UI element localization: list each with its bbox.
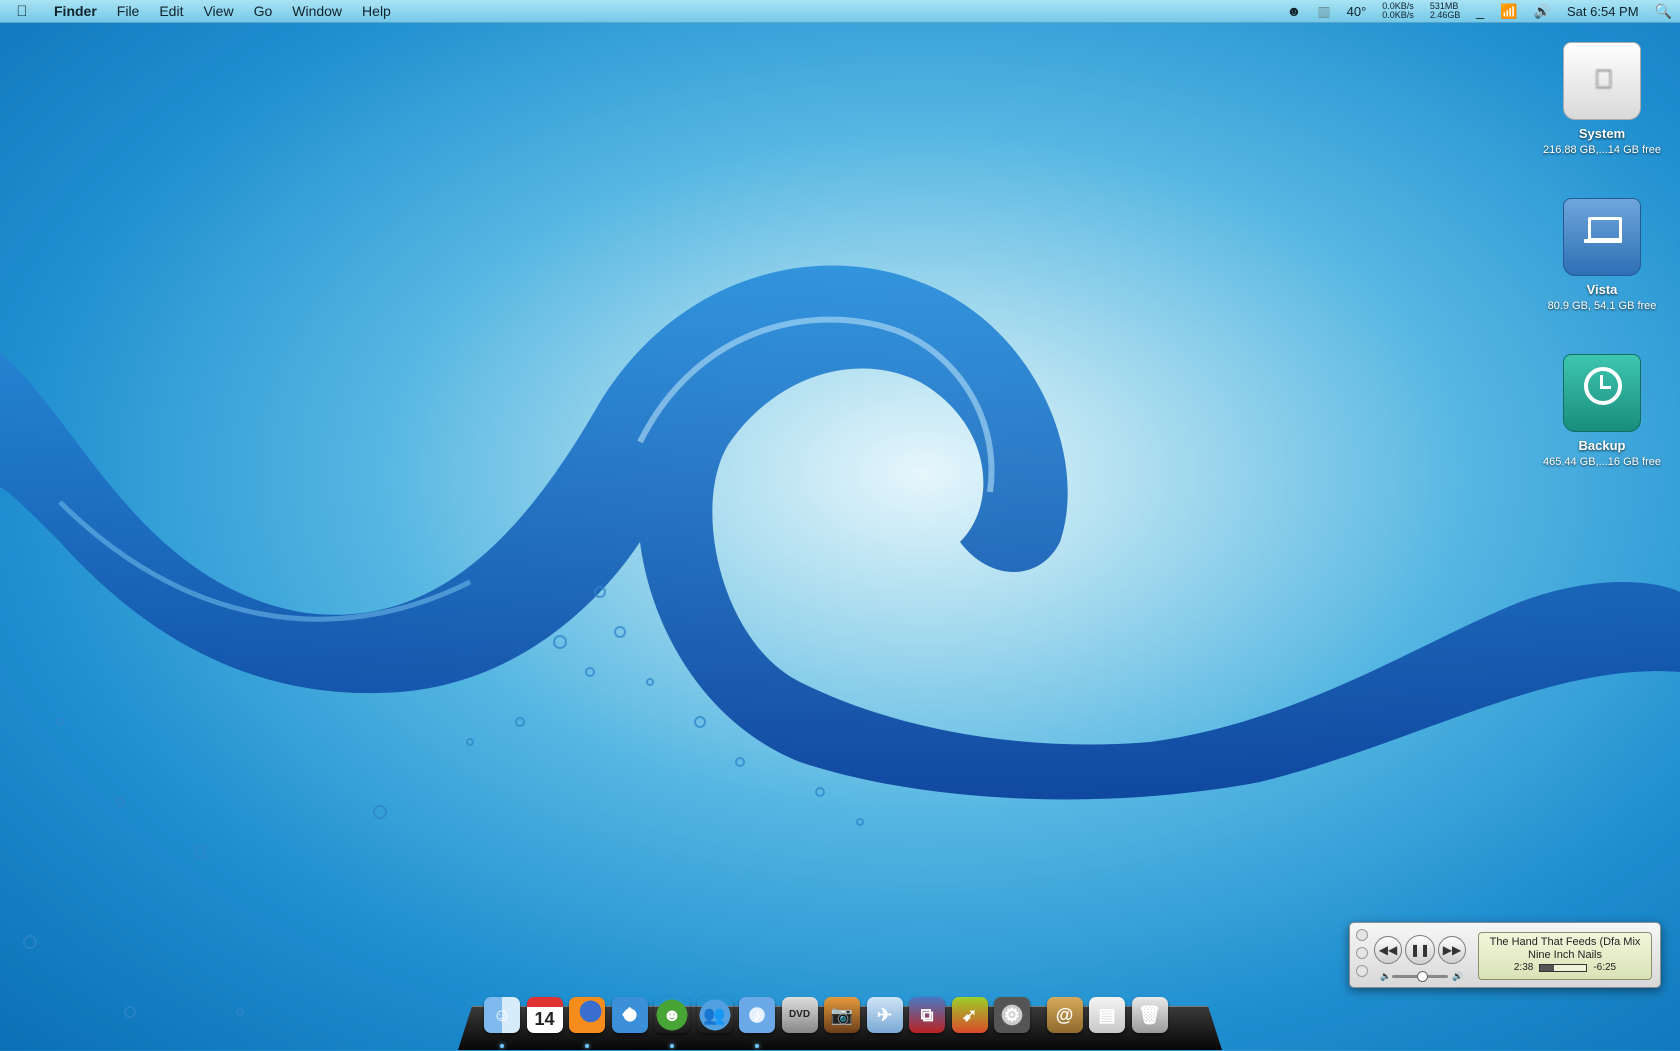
safari-icon[interactable]: ✢ [611, 997, 648, 1033]
now-playing-display[interactable]: The Hand That Feeds (Dfa Mix Nine Inch N… [1478, 932, 1652, 980]
transmit-icon[interactable]: ➹ [951, 997, 988, 1033]
memory-monitor[interactable]: 531MB 2.46GB [1430, 2, 1461, 20]
net-down-readout: 0.0KB/s [1382, 10, 1414, 20]
track-title: The Hand That Feeds (Dfa Mix [1489, 936, 1641, 948]
vmware-icon[interactable]: ⧉ [909, 997, 945, 1033]
menu-view[interactable]: View [193, 0, 243, 22]
running-indicator [500, 1044, 504, 1048]
trash-icon[interactable]: 🗑 [1131, 997, 1168, 1033]
mem-free-readout: 2.46GB [1429, 10, 1461, 20]
running-indicator [585, 1044, 589, 1048]
spotlight-search-icon[interactable]: 🔍 [1655, 3, 1672, 20]
downloads-stack-icon[interactable]: ▤ [1089, 997, 1125, 1033]
iphoto-icon[interactable]: 📷 [824, 997, 860, 1033]
volume-low-icon: 🔈 [1380, 971, 1392, 981]
firefox-icon[interactable] [569, 997, 605, 1033]
disk-info: 80.9 GB, 54.1 GB free [1547, 300, 1657, 312]
volume-high-icon: 🔊 [1452, 971, 1464, 981]
adium-icon[interactable]: ☻ [654, 997, 690, 1033]
menu-bar:  Finder File Edit View Go Window Help ☻… [0, 0, 1680, 23]
menu-app-name[interactable]: Finder [44, 0, 107, 22]
volume-icon[interactable]: 🔊 [1534, 3, 1551, 20]
previous-track-button[interactable]: ◀◀ [1374, 936, 1402, 964]
itunes-mini-player: ◀◀ ❚❚ ▶▶ 🔈 🔊 The Hand That Feeds (Dfa Mi… [1349, 922, 1661, 988]
volume-knob[interactable] [1417, 971, 1428, 982]
time-machine-drive-icon [1563, 354, 1641, 432]
close-window-button[interactable] [1356, 929, 1368, 941]
disk-name: Backup [1578, 438, 1626, 453]
clock[interactable]: Sat 6:54 PM [1567, 4, 1639, 19]
menu-go[interactable]: Go [244, 0, 283, 22]
track-artist: Nine Inch Nails [1528, 949, 1602, 961]
running-indicator [670, 1044, 674, 1048]
mail-app-icon[interactable]: ✈ [866, 997, 903, 1033]
progress-bar[interactable] [1539, 963, 1588, 972]
next-track-button[interactable]: ▶▶ [1438, 936, 1466, 964]
disk-info: 216.88 GB,...14 GB free [1542, 144, 1661, 156]
disk-info: 465.44 GB,...16 GB free [1542, 456, 1661, 468]
menu-extras: ☻ ▥ 40° 0.0KB/s 0.0KB/s 531MB 2.46GB _ 📶… [1279, 0, 1680, 22]
adium-status-icon[interactable]: ☻ [1287, 3, 1302, 19]
volume-slider[interactable]: 🔈 🔊 [1380, 971, 1464, 982]
desktop-disk-system[interactable]:  System 216.88 GB,...14 GB free [1532, 42, 1672, 156]
menu-file[interactable]: File [107, 0, 150, 22]
temperature-readout[interactable]: 40° [1347, 4, 1367, 19]
running-indicator [755, 1044, 759, 1048]
dvd-player-icon[interactable]: DVD [781, 997, 818, 1033]
messenger-icon[interactable]: 👥 [696, 997, 733, 1033]
system-preferences-icon[interactable]: ⚙ [994, 997, 1030, 1033]
external-drive-icon [1563, 198, 1641, 276]
disk-name: System [1578, 126, 1626, 141]
network-monitor[interactable]: 0.0KB/s 0.0KB/s [1382, 2, 1414, 20]
progress-fill [1540, 964, 1555, 971]
temperature-meter-icon[interactable]: ▥ [1317, 3, 1330, 20]
remaining-time: -6:25 [1593, 962, 1617, 973]
ical-icon[interactable]: 14 [526, 997, 563, 1033]
hard-drive-icon:  [1563, 42, 1641, 120]
zoom-window-button[interactable] [1356, 965, 1368, 977]
address-book-icon[interactable]: @ [1046, 997, 1083, 1033]
elapsed-time: 2:38 [1513, 962, 1534, 973]
menu-help[interactable]: Help [352, 0, 401, 22]
desktop-disk-backup[interactable]: Backup 465.44 GB,...16 GB free [1532, 354, 1672, 468]
menu-window[interactable]: Window [282, 0, 352, 22]
wifi-icon[interactable]: 📶 [1500, 3, 1517, 20]
cpu-meter-icon[interactable]: _ [1476, 3, 1484, 19]
itunes-icon[interactable]: ♪ [739, 997, 775, 1033]
minimize-window-button[interactable] [1356, 947, 1368, 959]
menu-edit[interactable]: Edit [149, 0, 193, 22]
finder-icon[interactable]: ☺ [484, 997, 520, 1033]
wallpaper-wave [0, 265, 1680, 1018]
pause-button[interactable]: ❚❚ [1405, 935, 1435, 965]
apple-menu-icon[interactable]:  [0, 3, 44, 20]
desktop-disk-vista[interactable]: Vista 80.9 GB, 54.1 GB free [1532, 198, 1672, 312]
disk-name: Vista [1586, 282, 1618, 297]
